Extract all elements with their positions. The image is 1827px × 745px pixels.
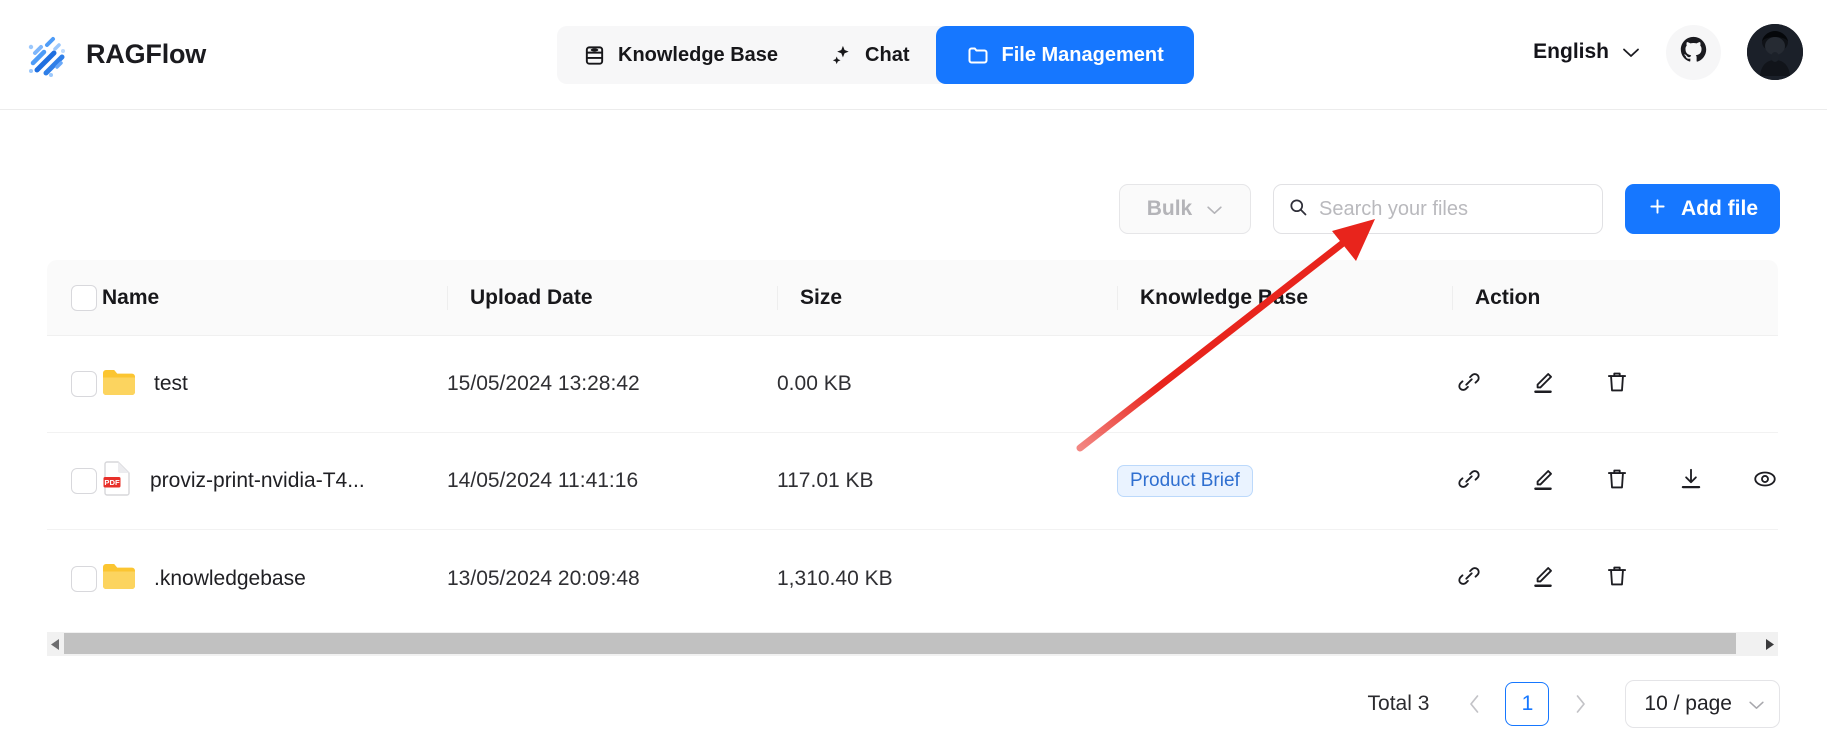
nav-item-label: Chat bbox=[865, 43, 910, 66]
download-icon[interactable] bbox=[1678, 466, 1704, 497]
nav-item-chat[interactable]: Chat bbox=[804, 26, 935, 84]
file-name: proviz-print-nvidia-T4... bbox=[150, 469, 365, 492]
search-box[interactable] bbox=[1273, 184, 1603, 234]
cell-name: PDF proviz-print-nvidia-T4... bbox=[102, 460, 447, 502]
select-all-cell bbox=[47, 284, 102, 311]
triangle-right-icon[interactable] bbox=[1761, 632, 1778, 656]
column-header-knowledge-base[interactable]: Knowledge Base bbox=[1117, 285, 1452, 310]
column-header-upload-date[interactable]: Upload Date bbox=[447, 285, 777, 310]
link-icon[interactable] bbox=[1456, 369, 1482, 400]
folder-icon bbox=[966, 43, 990, 67]
nav-item-knowledge-base[interactable]: Knowledge Base bbox=[557, 26, 804, 84]
row-checkbox[interactable] bbox=[70, 565, 97, 592]
files-toolbar: Bulk Add file bbox=[1119, 184, 1780, 234]
cell-name: test bbox=[102, 367, 447, 402]
search-icon bbox=[1288, 197, 1308, 222]
edit-icon[interactable] bbox=[1530, 563, 1556, 594]
next-page-button[interactable] bbox=[1561, 682, 1599, 726]
table-row[interactable]: PDF proviz-print-nvidia-T4... 14/05/2024… bbox=[47, 433, 1778, 530]
row-checkbox[interactable] bbox=[70, 468, 97, 494]
row-select-cell bbox=[47, 565, 102, 592]
row-checkbox[interactable] bbox=[70, 371, 97, 397]
horizontal-scrollbar[interactable] bbox=[47, 632, 1778, 656]
table-row[interactable]: test 15/05/2024 13:28:42 0.00 KB bbox=[47, 336, 1778, 433]
column-header-action[interactable]: Action bbox=[1452, 285, 1778, 310]
cell-knowledge-base: Product Brief bbox=[1117, 465, 1452, 497]
ragflow-logo-icon bbox=[22, 29, 72, 79]
prev-page-button[interactable] bbox=[1455, 682, 1493, 726]
search-input[interactable] bbox=[1319, 197, 1588, 221]
language-label: English bbox=[1533, 40, 1609, 63]
svg-text:PDF: PDF bbox=[104, 477, 120, 486]
pagination: Total 3 1 10 / page bbox=[1368, 680, 1780, 728]
page-number-1[interactable]: 1 bbox=[1505, 682, 1550, 726]
user-avatar[interactable] bbox=[1747, 24, 1803, 80]
cell-size: 0.00 KB bbox=[777, 372, 852, 395]
brand-name: RAGFlow bbox=[86, 38, 207, 69]
trash-icon[interactable] bbox=[1604, 563, 1630, 594]
row-select-cell bbox=[47, 371, 102, 397]
bulk-label: Bulk bbox=[1146, 197, 1193, 220]
table-header-row: Name Upload Date Size Knowledge Base Act… bbox=[47, 260, 1778, 336]
select-all-checkbox[interactable] bbox=[70, 284, 97, 311]
trash-icon[interactable] bbox=[1604, 369, 1630, 400]
brand: RAGFlow bbox=[22, 29, 206, 79]
folder-icon bbox=[102, 561, 136, 596]
file-name: .knowledgebase bbox=[154, 566, 306, 590]
cell-actions bbox=[1452, 369, 1778, 400]
nav-item-file-management[interactable]: File Management bbox=[935, 26, 1194, 84]
scrollbar-thumb[interactable] bbox=[64, 633, 1736, 654]
bulk-dropdown-button[interactable]: Bulk bbox=[1119, 184, 1251, 234]
row-select-cell bbox=[47, 468, 102, 494]
plus-icon bbox=[1647, 196, 1668, 223]
cell-name: .knowledgebase bbox=[102, 561, 447, 596]
table-row[interactable]: .knowledgebase 13/05/2024 20:09:48 1,310… bbox=[47, 530, 1778, 627]
sparkle-icon bbox=[830, 44, 853, 67]
trash-icon[interactable] bbox=[1604, 466, 1630, 497]
cell-upload-date: 13/05/2024 20:09:48 bbox=[447, 566, 640, 590]
cell-actions bbox=[1452, 466, 1778, 497]
total-count-label: Total 3 bbox=[1367, 692, 1430, 715]
page-size-selector[interactable]: 10 / page bbox=[1625, 680, 1780, 728]
edit-icon[interactable] bbox=[1530, 369, 1556, 400]
edit-icon[interactable] bbox=[1530, 466, 1556, 497]
chevron-down-icon bbox=[1622, 47, 1640, 58]
github-icon bbox=[1679, 35, 1708, 69]
github-link-button[interactable] bbox=[1666, 24, 1721, 80]
pdf-icon: PDF bbox=[102, 460, 132, 502]
eye-icon[interactable] bbox=[1752, 466, 1778, 497]
file-name: test bbox=[154, 372, 188, 395]
nav-item-label: File Management bbox=[1001, 43, 1164, 66]
chevron-down-icon bbox=[1748, 692, 1765, 716]
nav-item-label: Knowledge Base bbox=[618, 43, 779, 66]
app-header: RAGFlow Knowledge Base Chat File Managem… bbox=[0, 0, 1827, 110]
cell-size: 117.01 KB bbox=[777, 469, 874, 492]
column-header-action-label: Action bbox=[1475, 285, 1541, 309]
header-right: English bbox=[1533, 24, 1803, 80]
column-header-size[interactable]: Size bbox=[777, 285, 1117, 310]
column-header-name[interactable]: Name bbox=[102, 286, 447, 310]
triangle-left-icon[interactable] bbox=[47, 632, 64, 656]
scrollbar-track[interactable] bbox=[64, 632, 1761, 656]
files-table: Name Upload Date Size Knowledge Base Act… bbox=[47, 260, 1778, 632]
add-file-button[interactable]: Add file bbox=[1625, 184, 1780, 234]
knowledge-base-tag[interactable]: Product Brief bbox=[1117, 465, 1253, 497]
page-size-label: 10 / page bbox=[1644, 692, 1732, 715]
chevron-down-icon bbox=[1206, 197, 1223, 221]
cell-upload-date: 14/05/2024 11:41:16 bbox=[447, 469, 639, 492]
language-selector[interactable]: English bbox=[1533, 40, 1640, 64]
link-icon[interactable] bbox=[1456, 563, 1482, 594]
cell-actions bbox=[1452, 563, 1778, 594]
avatar-illustration bbox=[1747, 24, 1803, 80]
folder-icon bbox=[102, 367, 136, 402]
add-file-label: Add file bbox=[1681, 197, 1758, 220]
link-icon[interactable] bbox=[1456, 466, 1482, 497]
cell-upload-date: 15/05/2024 13:28:42 bbox=[447, 372, 640, 395]
main-nav: Knowledge Base Chat File Management bbox=[557, 26, 1194, 84]
cell-size: 1,310.40 KB bbox=[777, 566, 893, 590]
database-icon bbox=[583, 44, 606, 67]
